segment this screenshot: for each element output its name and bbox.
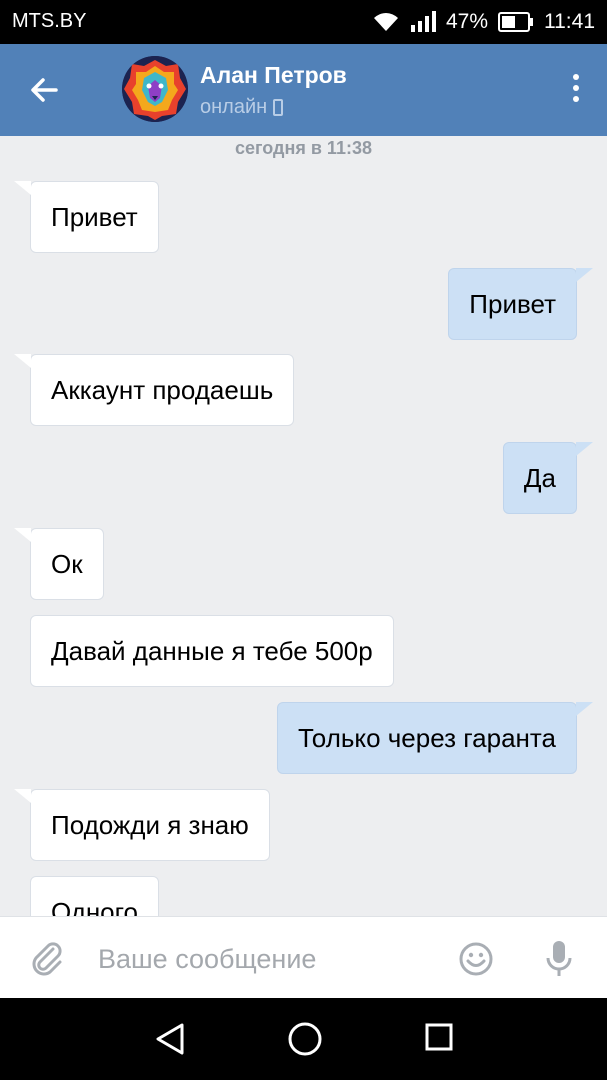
message-bubble-incoming[interactable]: Подожди я знаю bbox=[14, 789, 270, 861]
nav-recents-icon[interactable] bbox=[424, 1022, 454, 1052]
message-text: Давай данные я тебе 500р bbox=[51, 635, 373, 666]
mobile-phone-icon bbox=[273, 99, 284, 116]
message-bubble-outgoing[interactable]: Да bbox=[502, 442, 594, 514]
message-bubble-incoming[interactable]: Аккаунт продаешь bbox=[13, 354, 295, 426]
carrier-label: MTS.BY bbox=[12, 10, 87, 32]
nav-home-icon[interactable] bbox=[286, 1020, 324, 1058]
message-text: Да bbox=[523, 462, 556, 493]
message-text: Аккаунт продаешь bbox=[51, 374, 274, 405]
date-separator: сегодня в 11:38 bbox=[235, 138, 372, 158]
message-text: Подожди я знаю bbox=[51, 809, 249, 840]
online-status-label: онлайн bbox=[200, 96, 268, 118]
system-navigation-bar bbox=[0, 998, 607, 1080]
message-list[interactable]: сегодня в 11:38 Привет Привет Аккаунт пр… bbox=[0, 136, 607, 916]
lion-avatar-icon bbox=[122, 56, 188, 122]
message-text: Ок bbox=[51, 548, 83, 579]
contact-status: онлайн bbox=[200, 96, 284, 119]
message-input[interactable] bbox=[96, 935, 440, 983]
message-bubble-incoming[interactable]: Одного bbox=[30, 876, 160, 917]
battery-percent: 47% bbox=[445, 10, 488, 33]
clock: 11:41 bbox=[544, 10, 595, 33]
message-bubble-incoming[interactable]: Давай данные я тебе 500р bbox=[30, 615, 394, 687]
message-bubble-incoming[interactable]: Ок bbox=[14, 528, 104, 600]
signal-icon bbox=[410, 11, 436, 32]
chat-header: Алан Петров онлайн bbox=[0, 44, 607, 136]
message-composer bbox=[0, 916, 607, 998]
emoji-icon[interactable] bbox=[458, 941, 494, 977]
message-text: Привет bbox=[51, 201, 138, 232]
message-bubble-outgoing[interactable]: Привет bbox=[448, 268, 593, 340]
avatar[interactable] bbox=[122, 56, 188, 122]
message-text: Привет bbox=[469, 288, 556, 319]
microphone-icon[interactable] bbox=[544, 939, 574, 979]
paperclip-icon[interactable] bbox=[28, 939, 66, 977]
contact-name[interactable]: Алан Петров bbox=[200, 62, 347, 89]
status-icons: 47% 11:41 bbox=[372, 8, 595, 36]
message-bubble-incoming[interactable]: Привет bbox=[14, 181, 159, 253]
status-bar: MTS.BY 47% 11:41 bbox=[0, 0, 607, 44]
message-text: Одного bbox=[51, 896, 139, 917]
back-arrow-icon[interactable] bbox=[24, 70, 64, 110]
battery-icon bbox=[498, 12, 533, 32]
nav-back-icon[interactable] bbox=[150, 1020, 190, 1058]
message-text: Только через гаранта bbox=[297, 722, 556, 753]
wifi-icon bbox=[373, 13, 398, 31]
message-bubble-outgoing[interactable]: Только через гаранта bbox=[276, 702, 594, 774]
more-options-icon[interactable] bbox=[571, 74, 581, 106]
